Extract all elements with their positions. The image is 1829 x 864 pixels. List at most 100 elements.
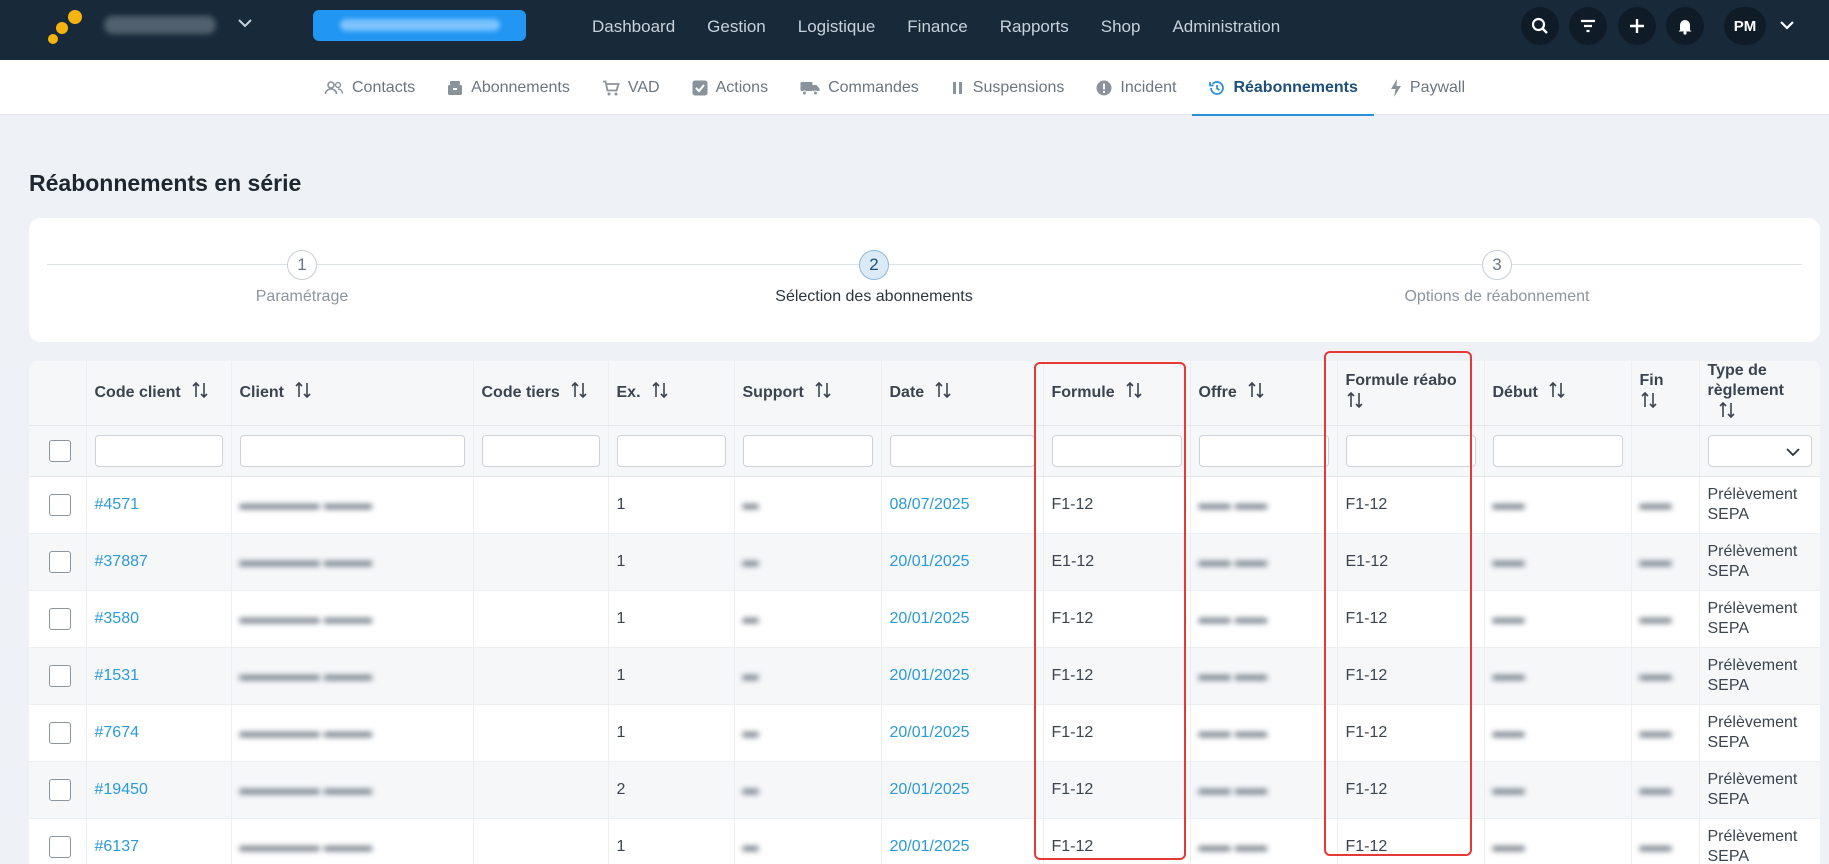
col-formule[interactable]: Formule (1043, 361, 1191, 426)
sort-icon[interactable] (651, 381, 669, 405)
filter-offre[interactable] (1198, 435, 1329, 467)
client-code-link[interactable]: #1531 (95, 667, 140, 684)
row-checkbox[interactable] (49, 551, 71, 573)
filter-formule[interactable] (1051, 435, 1182, 467)
row-checkbox[interactable] (49, 665, 71, 687)
sort-icon[interactable] (1718, 401, 1736, 425)
row-checkbox[interactable] (49, 722, 71, 744)
support-redacted: ▬ (734, 647, 882, 705)
client-code-link[interactable]: #3580 (95, 610, 140, 627)
col-code-tiers[interactable]: Code tiers (473, 361, 609, 426)
search-button[interactable] (1521, 7, 1559, 45)
table-row[interactable]: #7674 ▬▬▬▬▬ ▬▬▬ 1 ▬ 20/01/2025 F1-12 ▬▬ ▬▬ F1-1… (29, 704, 1820, 762)
step-options[interactable]: 3 Options de réabonnement (1347, 250, 1647, 306)
step-parametrage[interactable]: 1 Paramétrage (152, 250, 452, 306)
filter-debut[interactable] (1492, 435, 1623, 467)
client-code-link[interactable]: #4571 (95, 496, 140, 513)
sort-icon[interactable] (1125, 381, 1143, 405)
notifications-button[interactable] (1666, 7, 1704, 45)
sort-icon[interactable] (1640, 391, 1658, 415)
tab-paywall[interactable]: Paywall (1374, 60, 1481, 115)
tenant-selector-redacted[interactable] (104, 16, 216, 34)
tab-reabonnements[interactable]: Réabonnements (1192, 60, 1375, 116)
date-link[interactable]: 20/01/2025 (890, 781, 970, 798)
sort-icon[interactable] (1247, 381, 1265, 405)
client-code-link[interactable]: #19450 (95, 781, 148, 798)
date-link[interactable]: 20/01/2025 (890, 553, 970, 570)
tab-actions[interactable]: Actions (676, 60, 784, 115)
nav-gestion[interactable]: Gestion (707, 0, 766, 54)
code-tiers-cell (473, 761, 609, 819)
sort-icon[interactable] (191, 381, 209, 405)
sort-icon[interactable] (1346, 391, 1364, 415)
sort-icon[interactable] (570, 381, 588, 405)
filter-code-tiers[interactable] (481, 435, 600, 467)
filter-button[interactable] (1569, 7, 1607, 45)
add-button[interactable] (1618, 7, 1656, 45)
table-row[interactable]: #1531 ▬▬▬▬▬ ▬▬▬ 1 ▬ 20/01/2025 F1-12 ▬▬ ▬▬ F1-1… (29, 647, 1820, 705)
user-avatar[interactable]: PM (1724, 7, 1766, 45)
table-row[interactable]: #6137 ▬▬▬▬▬ ▬▬▬ 1 ▬ 20/01/2025 F1-12 ▬▬ ▬▬ F1-1… (29, 818, 1820, 864)
tab-vad[interactable]: VAD (586, 60, 676, 115)
nav-administration[interactable]: Administration (1172, 0, 1280, 54)
filter-ex[interactable] (616, 435, 726, 467)
row-checkbox[interactable] (49, 494, 71, 516)
nav-dashboard[interactable]: Dashboard (592, 0, 675, 54)
col-debut[interactable]: Début (1484, 361, 1632, 426)
tab-suspensions[interactable]: Suspensions (935, 60, 1081, 115)
filter-formule-reabo[interactable] (1345, 435, 1476, 467)
sort-icon[interactable] (294, 381, 312, 405)
col-fin[interactable]: Fin (1631, 361, 1700, 426)
sort-icon[interactable] (934, 381, 952, 405)
chevron-down-icon[interactable] (1778, 16, 1796, 34)
client-code-link[interactable]: #6137 (95, 838, 140, 855)
col-type-reglement[interactable]: Type de règlement (1699, 361, 1820, 426)
nav-finance[interactable]: Finance (907, 0, 967, 54)
row-checkbox[interactable] (49, 608, 71, 630)
select-all-checkbox[interactable] (49, 440, 71, 462)
col-support[interactable]: Support (734, 361, 882, 426)
filter-code-client[interactable] (94, 435, 223, 467)
formule-cell: F1-12 (1043, 476, 1191, 534)
table-row[interactable]: #4571 ▬▬▬▬▬ ▬▬▬ 1 ▬ 08/07/2025 F1-12 ▬▬ ▬▬ F1-1… (29, 476, 1820, 534)
col-code-client[interactable]: Code client (86, 361, 232, 426)
tab-contacts[interactable]: Contacts (308, 60, 431, 115)
col-ex[interactable]: Ex. (608, 361, 735, 426)
date-link[interactable]: 20/01/2025 (890, 610, 970, 627)
col-client[interactable]: Client (231, 361, 474, 426)
primary-action-button-redacted[interactable] (313, 10, 526, 41)
filter-support[interactable] (742, 435, 873, 467)
nav-shop[interactable]: Shop (1101, 0, 1141, 54)
client-name-redacted: ▬▬▬▬▬ ▬▬▬ (231, 590, 474, 648)
filter-client[interactable] (239, 435, 465, 467)
table-row[interactable]: #37887 ▬▬▬▬▬ ▬▬▬ 1 ▬ 20/01/2025 E1-12 ▬▬ ▬▬ E1-… (29, 533, 1820, 591)
sort-icon[interactable] (1548, 381, 1566, 405)
col-formule-reabo[interactable]: Formule réabo (1337, 361, 1485, 426)
table-row[interactable]: #19450 ▬▬▬▬▬ ▬▬▬ 2 ▬ 20/01/2025 F1-12 ▬▬ ▬▬ F1-… (29, 761, 1820, 819)
step-number: 1 (287, 250, 317, 280)
date-link[interactable]: 20/01/2025 (890, 724, 970, 741)
sort-icon[interactable] (814, 381, 832, 405)
date-link[interactable]: 20/01/2025 (890, 667, 970, 684)
date-link[interactable]: 20/01/2025 (890, 838, 970, 855)
date-link[interactable]: 08/07/2025 (890, 496, 970, 513)
client-code-link[interactable]: #37887 (95, 553, 148, 570)
wizard-stepper: 1 Paramétrage 2 Sélection des abonnement… (29, 218, 1820, 342)
tab-incident[interactable]: Incident (1080, 60, 1192, 115)
col-date[interactable]: Date (881, 361, 1044, 426)
row-checkbox[interactable] (49, 836, 71, 858)
col-offre[interactable]: Offre (1190, 361, 1338, 426)
row-checkbox[interactable] (49, 779, 71, 801)
step-selection[interactable]: 2 Sélection des abonnements (724, 250, 1024, 306)
nav-rapports[interactable]: Rapports (1000, 0, 1069, 54)
chevron-down-icon[interactable] (236, 14, 254, 32)
nav-logistique[interactable]: Logistique (798, 0, 876, 54)
tab-commandes[interactable]: Commandes (784, 60, 935, 115)
filter-date[interactable] (889, 435, 1035, 467)
filter-icon (1581, 19, 1595, 33)
client-code-link[interactable]: #7674 (95, 724, 140, 741)
filter-type-reglement-select[interactable] (1707, 435, 1812, 467)
table-row[interactable]: #3580 ▬▬▬▬▬ ▬▬▬ 1 ▬ 20/01/2025 F1-12 ▬▬ ▬▬ F1-1… (29, 590, 1820, 648)
brand-logo[interactable] (48, 8, 82, 44)
tab-abonnements[interactable]: Abonnements (431, 60, 586, 115)
